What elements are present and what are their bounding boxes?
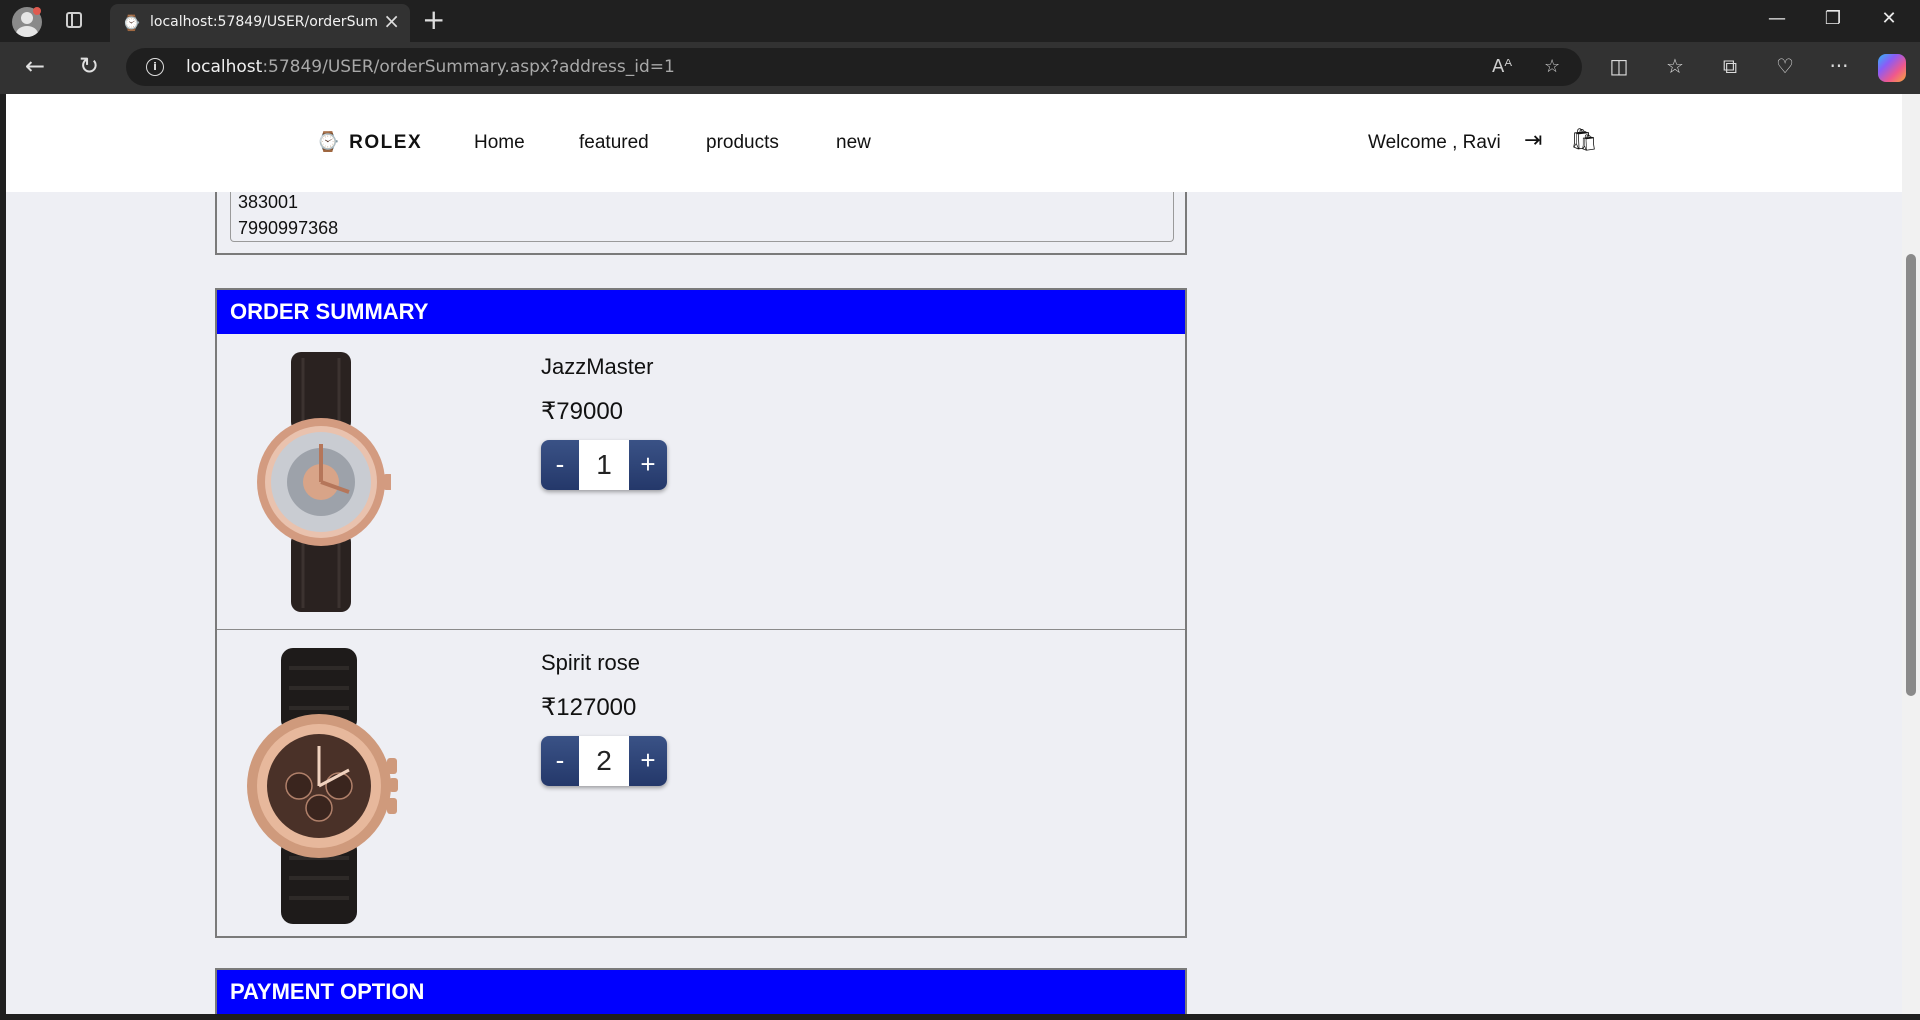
favorite-star-icon[interactable]: ☆	[1544, 56, 1560, 77]
browser-toolbar: ← ↻ i localhost:57849/USER/orderSummary.…	[0, 42, 1920, 94]
quantity-stepper: - 1 +	[541, 440, 667, 490]
order-summary-panel: ORDER SUMMARY JazzMaster ₹79000 - 1 + Sp…	[215, 288, 1187, 938]
address-phone: 7990997368	[238, 218, 339, 238]
collections-icon[interactable]: ⧉	[1715, 54, 1745, 78]
welcome-text: Welcome , Ravi	[1368, 132, 1501, 153]
url-text[interactable]: localhost:57849/USER/orderSummary.aspx?a…	[186, 57, 675, 77]
favorites-icon[interactable]: ☆	[1660, 54, 1690, 78]
copilot-icon[interactable]	[1878, 54, 1906, 82]
browser-essentials-icon[interactable]: ♡	[1770, 54, 1800, 78]
product-image-spirit-rose	[241, 648, 401, 928]
page-scrollbar[interactable]	[1902, 94, 1920, 1014]
product-name: JazzMaster	[541, 354, 654, 379]
new-tab-icon[interactable]: +	[422, 6, 445, 34]
quantity-value[interactable]: 2	[579, 736, 629, 786]
quantity-value[interactable]: 1	[579, 440, 629, 490]
more-options-icon[interactable]: ···	[1824, 54, 1854, 78]
payment-option-heading: PAYMENT OPTION	[217, 970, 1185, 1014]
order-item: Spirit rose ₹127000 - 2 +	[217, 630, 1185, 936]
product-image-jazzmaster	[241, 352, 393, 616]
decrease-quantity-button[interactable]: -	[541, 440, 579, 490]
order-summary-heading: ORDER SUMMARY	[217, 290, 1185, 334]
tab-close-icon[interactable]: ×	[383, 10, 400, 32]
split-screen-icon[interactable]: ◫	[1604, 54, 1634, 78]
scrollbar-thumb[interactable]	[1906, 254, 1916, 696]
logout-icon[interactable]: ⇥	[1524, 128, 1542, 153]
site-header: ⌚ ROLEX Home featured products new Welcom…	[6, 94, 1902, 192]
decrease-quantity-button[interactable]: -	[541, 736, 579, 786]
address-pincode: 383001	[238, 192, 299, 212]
order-item: JazzMaster ₹79000 - 1 +	[217, 334, 1185, 630]
quantity-stepper: - 2 +	[541, 736, 667, 786]
browser-tab-active[interactable]: ⌚ localhost:57849/USER/orderSumm ×	[110, 4, 410, 42]
watch-favicon-icon: ⌚	[122, 14, 141, 32]
shopping-bag-icon[interactable]: 🛍	[1570, 128, 1598, 153]
nav-products[interactable]: products	[706, 132, 779, 154]
profile-notification-dot	[33, 7, 41, 15]
close-window-icon[interactable]: ✕	[1874, 8, 1904, 29]
nav-new[interactable]: new	[836, 132, 871, 154]
refresh-icon[interactable]: ↻	[72, 52, 106, 80]
product-name: Spirit rose	[541, 650, 641, 675]
back-icon[interactable]: ←	[18, 52, 52, 80]
product-price: ₹127000	[541, 694, 637, 721]
site-info-icon[interactable]: i	[146, 58, 164, 76]
tab-title: localhost:57849/USER/orderSumm	[150, 14, 378, 30]
restore-icon[interactable]: ❐	[1818, 8, 1848, 29]
nav-featured[interactable]: featured	[579, 132, 649, 154]
increase-quantity-button[interactable]: +	[629, 440, 667, 490]
read-aloud-icon[interactable]: Aᴬ	[1492, 56, 1512, 77]
brand-logo[interactable]: ⌚ ROLEX	[316, 130, 422, 154]
tab-actions-icon[interactable]	[66, 12, 82, 28]
nav-home[interactable]: Home	[474, 132, 525, 154]
payment-option-panel: PAYMENT OPTION	[215, 968, 1187, 1014]
watch-icon: ⌚	[316, 132, 342, 153]
address-bar[interactable]: i localhost:57849/USER/orderSummary.aspx…	[126, 48, 1582, 86]
browser-tab-bar: ⌚ localhost:57849/USER/orderSumm × + — ❐…	[0, 0, 1920, 42]
minimize-icon[interactable]: —	[1762, 8, 1792, 29]
increase-quantity-button[interactable]: +	[629, 736, 667, 786]
product-price: ₹79000	[541, 398, 624, 425]
brand-name: ROLEX	[349, 132, 423, 153]
page-viewport: 383001 7990997368 ORDER SUMMARY JazzMast…	[6, 94, 1902, 1014]
